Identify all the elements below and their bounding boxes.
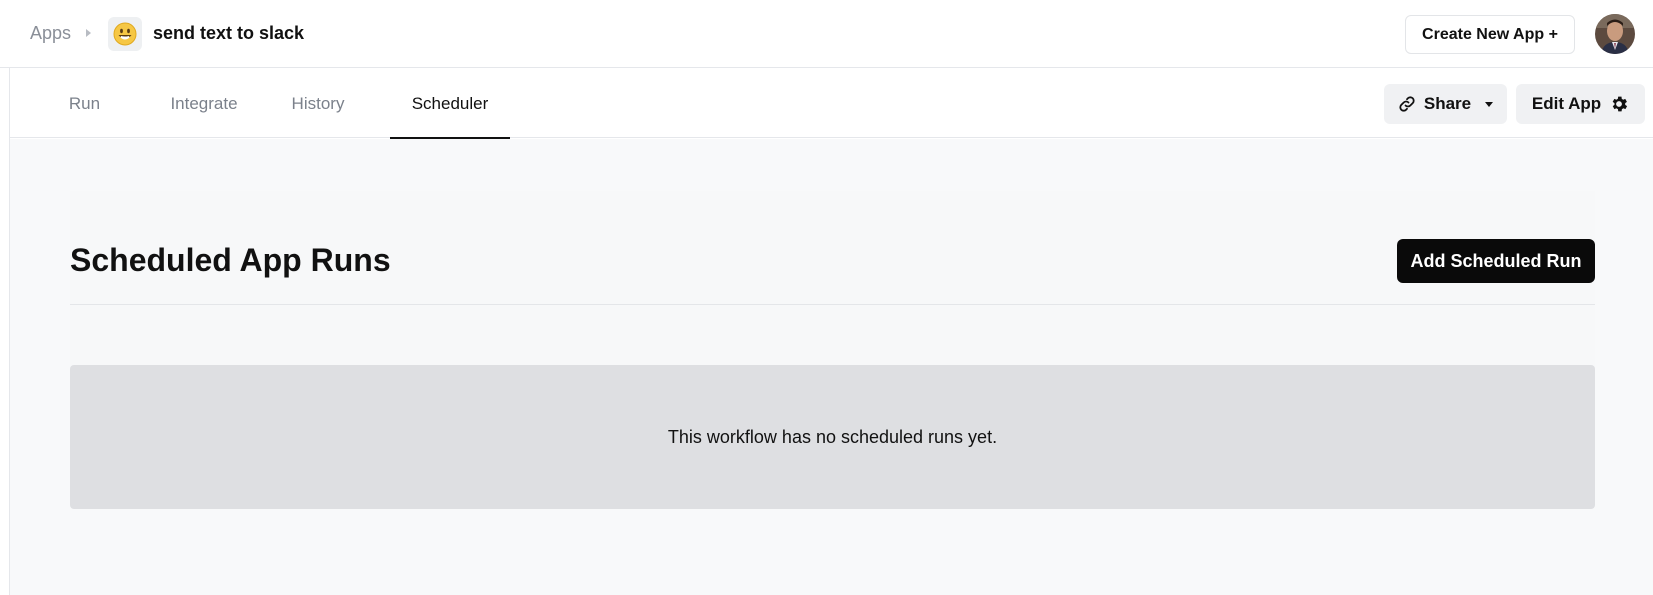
tab-history[interactable]: History xyxy=(275,69,361,138)
smiley-face-icon xyxy=(113,22,137,46)
tab-run[interactable]: Run xyxy=(52,69,117,138)
top-header: Apps send text to slack Create New App + xyxy=(0,0,1653,68)
share-button-label: Share xyxy=(1423,94,1472,113)
tab-bar: Run Integrate History Scheduler Share Ed… xyxy=(10,69,1653,139)
gear-icon xyxy=(1612,96,1628,112)
main-content: Scheduled App Runs Add Scheduled Run Thi… xyxy=(10,139,1653,595)
empty-state-panel: This workflow has no scheduled runs yet. xyxy=(70,365,1595,509)
empty-state-message: This workflow has no scheduled runs yet. xyxy=(667,426,998,447)
app-name-title: send text to slack xyxy=(153,23,305,43)
app-page: Apps send text to slack Create New App + xyxy=(0,0,1653,595)
section-divider xyxy=(70,304,1595,305)
add-scheduled-run-button[interactable]: Add Scheduled Run xyxy=(1397,239,1595,283)
edit-app-button-label: Edit App xyxy=(1531,94,1602,113)
user-avatar[interactable] xyxy=(1595,14,1635,54)
app-icon xyxy=(108,17,142,51)
create-new-app-button[interactable]: Create New App + xyxy=(1405,15,1575,54)
avatar-portrait-icon xyxy=(1595,14,1635,54)
chevron-right-icon xyxy=(86,29,91,37)
breadcrumb-apps-link[interactable]: Apps xyxy=(30,23,71,44)
tab-scheduler[interactable]: Scheduler xyxy=(390,69,510,139)
link-icon xyxy=(1399,96,1415,112)
share-button[interactable]: Share xyxy=(1384,84,1507,124)
page-title: Scheduled App Runs xyxy=(70,242,391,278)
edit-app-button[interactable]: Edit App xyxy=(1516,84,1645,124)
tab-integrate[interactable]: Integrate xyxy=(155,69,253,138)
caret-down-icon xyxy=(1485,101,1494,107)
